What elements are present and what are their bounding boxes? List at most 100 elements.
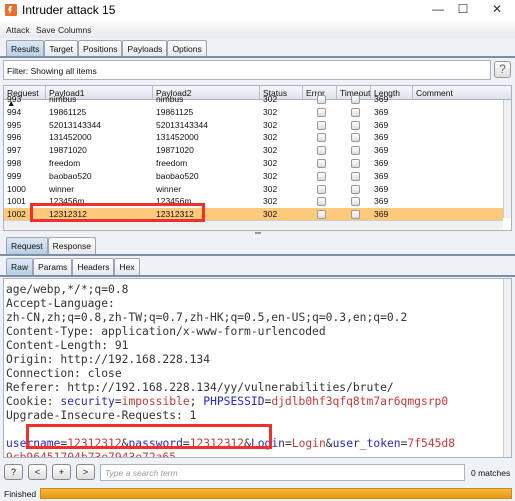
search-next-button[interactable]: > bbox=[76, 464, 95, 480]
table-row[interactable]: 995 52013143344 52013143344 302 369 bbox=[4, 119, 503, 132]
cell-req: 994 bbox=[7, 106, 22, 117]
request-line: Origin: http://192.168.228.134 bbox=[6, 353, 211, 366]
timeout-checkbox[interactable] bbox=[351, 107, 360, 117]
help-button[interactable]: ? bbox=[494, 61, 511, 78]
main-tabs: Results Target Positions Payloads Option… bbox=[6, 40, 207, 57]
search-add-button[interactable]: + bbox=[52, 464, 71, 480]
table-row[interactable]: 993 nimbus nimbus 302 369 bbox=[4, 93, 503, 106]
cell-len: 369 bbox=[374, 196, 389, 207]
cell-p2: nimbus bbox=[156, 94, 184, 104]
cell-len: 369 bbox=[374, 209, 389, 220]
cell-p2: baobao520 bbox=[156, 170, 199, 181]
cell-p1: winner bbox=[49, 183, 75, 194]
error-checkbox[interactable] bbox=[317, 210, 326, 220]
highlight-box-payloads bbox=[30, 203, 205, 222]
cell-len: 369 bbox=[374, 119, 389, 130]
request-line: Content-Type: application/x-www-form-url… bbox=[6, 325, 326, 338]
cell-len: 369 bbox=[374, 183, 389, 194]
close-button[interactable]: ✕ bbox=[482, 2, 512, 18]
cell-req: 996 bbox=[7, 132, 22, 143]
title-bar: Intruder attack 15 — ☐ ✕ bbox=[0, 0, 515, 21]
error-checkbox[interactable] bbox=[317, 171, 326, 181]
timeout-checkbox[interactable] bbox=[351, 184, 360, 194]
error-checkbox[interactable] bbox=[317, 197, 326, 207]
tab-request[interactable]: Request bbox=[6, 237, 48, 254]
cell-p1: 19861125 bbox=[49, 106, 87, 117]
search-previous-button[interactable]: < bbox=[28, 464, 47, 480]
error-checkbox[interactable] bbox=[317, 146, 326, 156]
cell-req: 995 bbox=[7, 119, 22, 130]
request-line: Content-Length: 91 bbox=[6, 339, 129, 352]
cell-status: 302 bbox=[263, 132, 278, 143]
table-row[interactable]: 994 19861125 19861125 302 369 bbox=[4, 106, 503, 119]
menu-columns[interactable]: Columns bbox=[58, 25, 92, 35]
cell-len: 369 bbox=[374, 106, 389, 117]
request-line: Referer: http://192.168.228.134/yy/vulne… bbox=[6, 381, 394, 394]
error-checkbox[interactable] bbox=[317, 133, 326, 143]
menu-save[interactable]: Save bbox=[36, 25, 55, 35]
timeout-checkbox[interactable] bbox=[351, 120, 360, 130]
timeout-checkbox[interactable] bbox=[351, 133, 360, 143]
cell-status: 302 bbox=[263, 170, 278, 181]
cell-p1: 19871020 bbox=[49, 145, 87, 156]
search-input[interactable]: Type a search term bbox=[100, 464, 465, 481]
cell-status: 302 bbox=[263, 119, 278, 130]
view-tab-divider bbox=[0, 275, 515, 277]
cell-req: 1001 bbox=[7, 196, 26, 207]
highlight-box-credentials bbox=[26, 424, 272, 449]
error-checkbox[interactable] bbox=[317, 107, 326, 117]
menu-bar: Attack Save Columns bbox=[0, 21, 515, 38]
cell-req: 1002 bbox=[7, 209, 26, 220]
tab-options[interactable]: Options bbox=[167, 40, 207, 57]
search-help-button[interactable]: ? bbox=[4, 464, 23, 480]
split-handle[interactable] bbox=[255, 232, 261, 234]
timeout-checkbox[interactable] bbox=[351, 171, 360, 181]
tab-positions[interactable]: Positions bbox=[77, 40, 123, 57]
table-row[interactable]: 996 131452000 131452000 302 369 bbox=[4, 131, 503, 144]
error-checkbox[interactable] bbox=[317, 120, 326, 130]
timeout-checkbox[interactable] bbox=[351, 159, 360, 168]
request-line: age/webp,*/*;q=0.8 bbox=[6, 283, 129, 296]
cell-status: 302 bbox=[263, 94, 278, 104]
menu-attack[interactable]: Attack bbox=[6, 25, 30, 35]
cell-status: 302 bbox=[263, 196, 278, 207]
tab-params[interactable]: Params bbox=[33, 258, 73, 275]
table-row[interactable]: 999 baobao520 baobao520 302 369 bbox=[4, 170, 503, 183]
timeout-checkbox[interactable] bbox=[351, 146, 360, 156]
cell-len: 369 bbox=[374, 170, 389, 181]
tab-hex[interactable]: Hex bbox=[114, 258, 140, 275]
table-row[interactable]: 998 freedom freedom 302 369 bbox=[4, 157, 503, 170]
error-checkbox[interactable] bbox=[317, 184, 326, 194]
cell-req: 1000 bbox=[7, 183, 26, 194]
cell-len: 369 bbox=[374, 145, 389, 156]
cell-req: 997 bbox=[7, 145, 22, 156]
timeout-checkbox[interactable] bbox=[351, 210, 360, 220]
maximize-button[interactable]: ☐ bbox=[448, 2, 478, 18]
table-row[interactable]: 997 19871020 19871020 302 369 bbox=[4, 144, 503, 157]
editor-vertical-scrollbar[interactable] bbox=[503, 279, 511, 457]
status-text: Finished bbox=[4, 489, 37, 499]
tab-payloads[interactable]: Payloads bbox=[122, 40, 168, 57]
cell-p1: 52013143344 bbox=[49, 119, 102, 130]
cell-p2: 52013143344 bbox=[156, 119, 209, 130]
window-title: Intruder attack 15 bbox=[22, 3, 116, 17]
tab-response[interactable]: Response bbox=[47, 237, 96, 254]
tab-headers[interactable]: Headers bbox=[72, 258, 115, 275]
cell-p1: nimbus bbox=[49, 94, 77, 104]
error-checkbox[interactable] bbox=[317, 95, 326, 104]
cell-p2: 131452000 bbox=[156, 132, 199, 143]
table-vertical-scrollbar[interactable] bbox=[503, 100, 511, 218]
table-row[interactable]: 1000 winner winner 302 369 bbox=[4, 183, 503, 196]
upgrade-line: Upgrade-Insecure-Requests: 1 bbox=[6, 409, 197, 422]
body-line-continued: 9cb96451704b73e7943e72a65 bbox=[6, 451, 177, 458]
error-checkbox[interactable] bbox=[317, 159, 326, 168]
cell-status: 302 bbox=[263, 145, 278, 156]
timeout-checkbox[interactable] bbox=[351, 95, 360, 104]
cell-len: 369 bbox=[374, 158, 389, 168]
cookie-line: Cookie: security=impossible; PHPSESSID=d… bbox=[6, 395, 449, 408]
tab-target[interactable]: Target bbox=[44, 40, 78, 57]
filter-bar[interactable]: Filter: Showing all items bbox=[3, 60, 491, 80]
tab-results[interactable]: Results bbox=[6, 40, 45, 57]
tab-raw[interactable]: Raw bbox=[6, 258, 34, 275]
timeout-checkbox[interactable] bbox=[351, 197, 360, 207]
